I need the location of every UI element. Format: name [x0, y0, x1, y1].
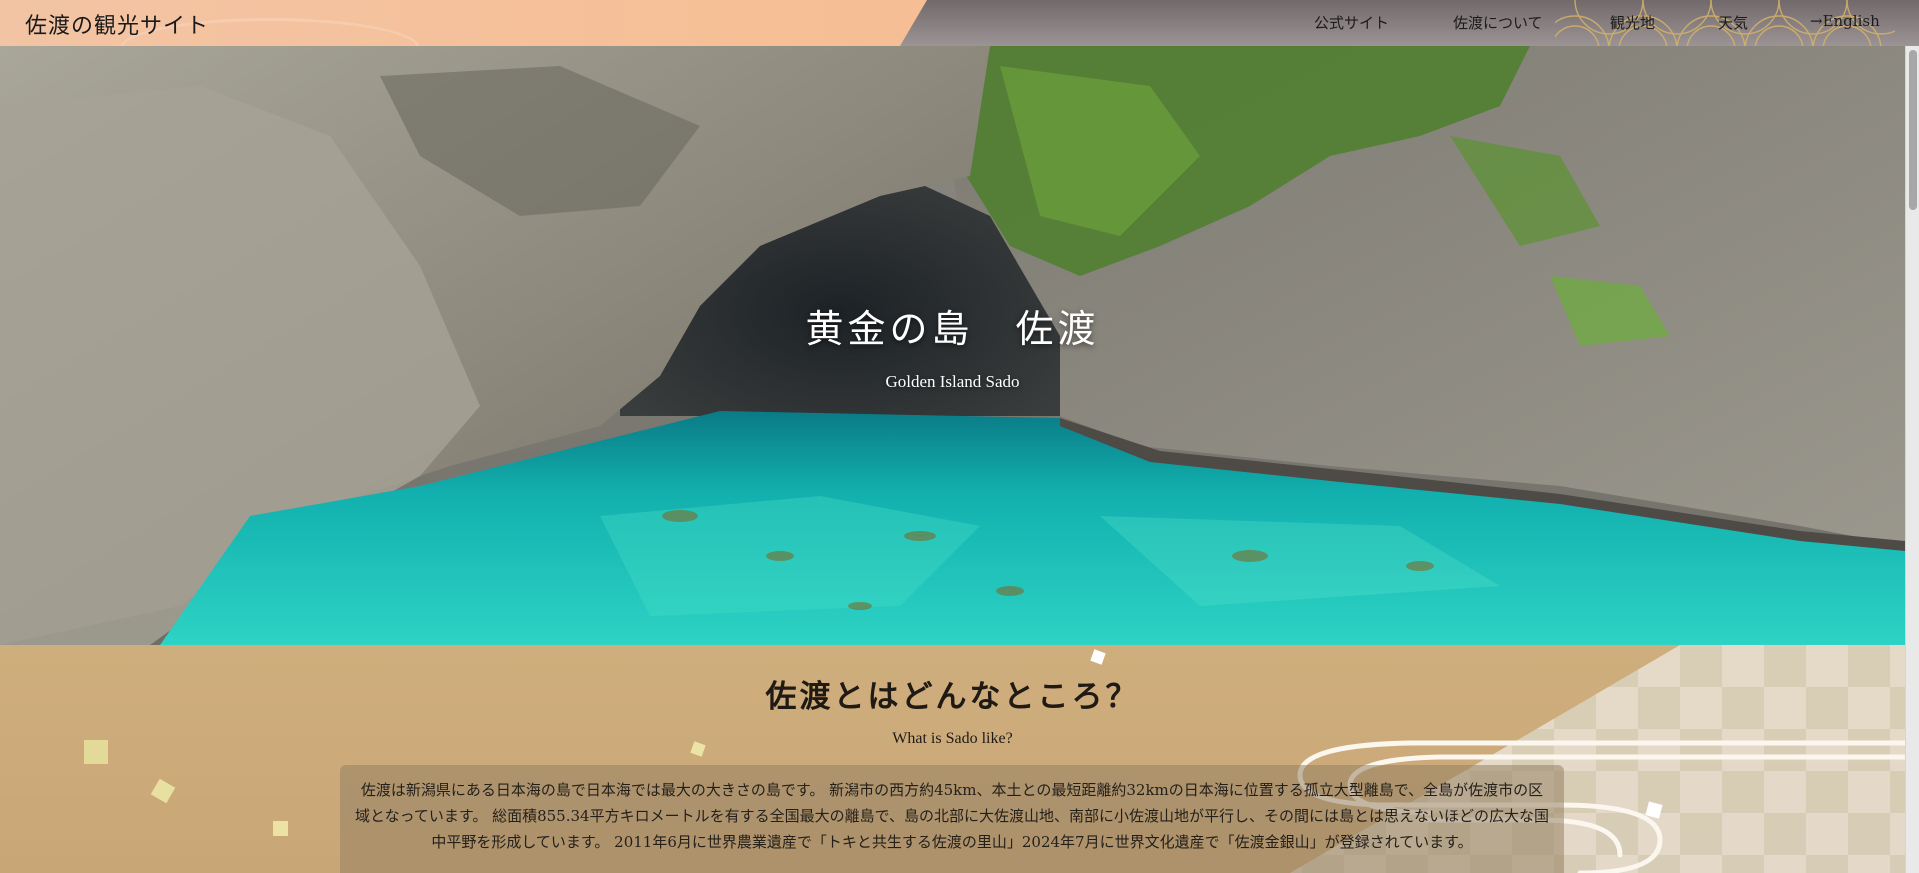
- page-scrollbar[interactable]: [1905, 46, 1919, 873]
- intro-description-box: 佐渡は新潟県にある日本海の島で日本海では最大の大きさの島です。 新潟市の西方約4…: [340, 765, 1564, 873]
- scrollbar-thumb[interactable]: [1909, 50, 1917, 210]
- nav-weather[interactable]: 天気: [1718, 12, 1748, 33]
- intro-subheading: What is Sado like?: [892, 730, 1013, 747]
- nav-sightseeing-spots[interactable]: 観光地: [1610, 12, 1655, 33]
- intro-section: 佐渡とはどんなところ？ What is Sado like? 佐渡は新潟県にある…: [0, 645, 1905, 873]
- site-title[interactable]: 佐渡の観光サイト: [25, 8, 209, 40]
- intro-heading: 佐渡とはどんなところ？: [765, 679, 1140, 715]
- hero-title: 黄金の島 佐渡: [805, 307, 1100, 351]
- nav-english-link[interactable]: →English: [1810, 12, 1880, 30]
- hero-subtitle: Golden Island Sado: [885, 372, 1020, 391]
- nav-official-site[interactable]: 公式サイト: [1314, 12, 1389, 33]
- intro-description: 佐渡は新潟県にある日本海の島で日本海では最大の大きさの島です。 新潟市の西方約4…: [355, 781, 1549, 851]
- site-header: 佐渡の観光サイト 公式サイト 佐渡について 観光地 天気 →English: [0, 0, 1919, 46]
- nav-about-sado[interactable]: 佐渡について: [1453, 12, 1543, 33]
- hero-banner: 黄金の島 佐渡 Golden Island Sado: [0, 46, 1905, 645]
